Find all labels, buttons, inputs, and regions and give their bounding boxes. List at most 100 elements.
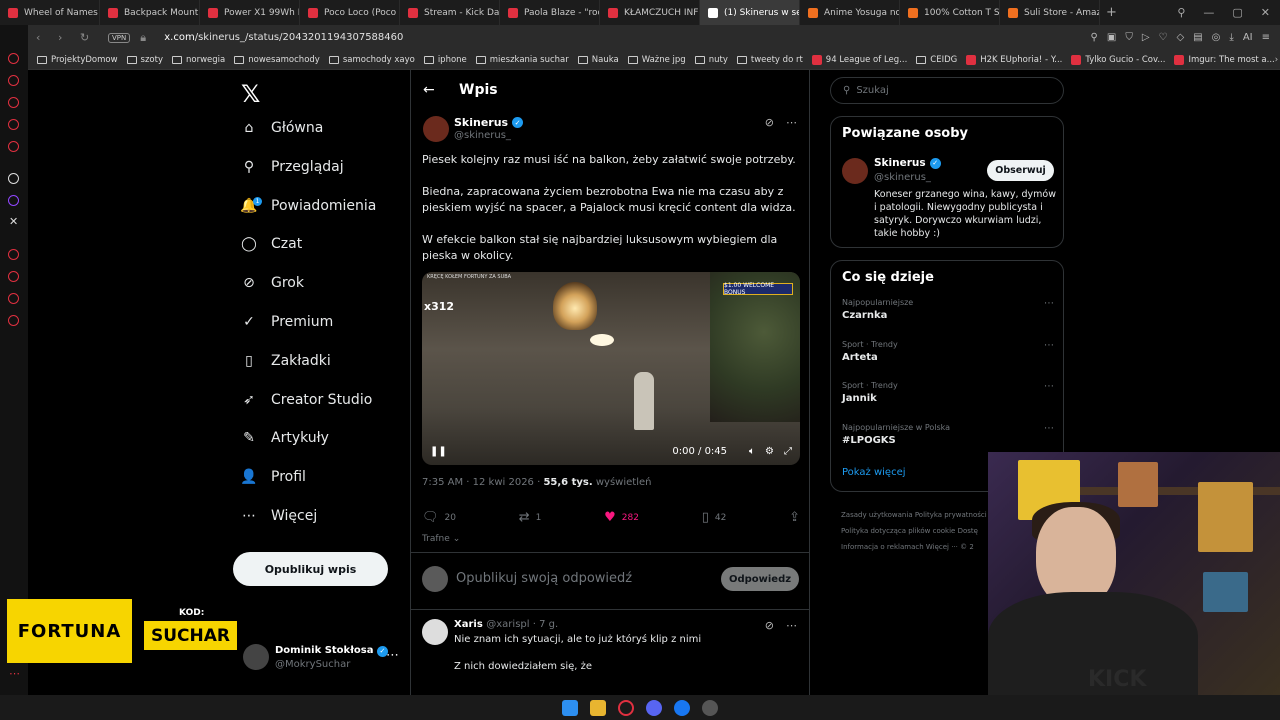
browser-tab[interactable]: Paola Blaze - "rodz <box>500 0 600 25</box>
more-icon[interactable]: ⋯ <box>1044 340 1054 351</box>
screenshot-icon[interactable]: ▣ <box>1107 32 1116 43</box>
footer-link[interactable]: Zasady użytkowania Polityka prywatności <box>841 507 1001 523</box>
trend-item[interactable]: Najpopularniejsze w Polska #LPOGKS ⋯ <box>842 423 1054 446</box>
nav-item-premium[interactable]: ✓ Premium <box>241 314 333 330</box>
bookmark-item[interactable]: szoty <box>126 55 163 65</box>
ai-button[interactable]: AI <box>1243 32 1253 43</box>
x-logo-icon[interactable]: 𝕏 <box>241 80 260 108</box>
browser-tab[interactable]: Backpack Mount f <box>100 0 200 25</box>
post-button[interactable]: Opublikuj wpis <box>233 552 388 586</box>
nav-item-home[interactable]: ⌂ Główna <box>241 120 324 136</box>
avatar[interactable] <box>422 619 448 645</box>
search-input[interactable]: ⚲ Szukaj <box>830 77 1064 104</box>
history-icon[interactable] <box>8 75 19 86</box>
browser-tab[interactable]: Poco Loco (Poco B <box>300 0 400 25</box>
trend-item[interactable]: Najpopularniejsze Czarnka ⋯ <box>842 298 1054 321</box>
browser-tab[interactable]: 100% Cotton T Shi <box>900 0 1000 25</box>
url-field[interactable]: x.com/skinerus_/status/20432011943075884… <box>164 32 403 43</box>
player-icon[interactable] <box>8 249 19 260</box>
repost-action[interactable]: ⇄ 1 <box>519 510 542 525</box>
trend-item[interactable]: Sport · Trendy Arteta ⋯ <box>842 340 1054 363</box>
new-tab-button[interactable]: + <box>1100 5 1123 20</box>
comment-author[interactable]: Xaris @xarispl · 7 g. <box>454 619 558 630</box>
opera-icon[interactable] <box>618 699 634 716</box>
chatgpt-icon[interactable] <box>8 173 19 184</box>
bookmark-item[interactable]: Ważne jpg <box>627 55 686 65</box>
bookmark-item[interactable]: H2K EUphoria! - Y... <box>966 54 1062 65</box>
volume-icon[interactable]: 🔈︎ <box>749 446 755 457</box>
browser-tab[interactable]: (1) Skinerus w serwis <box>700 0 800 25</box>
forward-nav-icon[interactable]: › <box>58 31 72 44</box>
related-name[interactable]: Skinerus ✓ <box>874 157 941 169</box>
nav-item-more[interactable]: ⋯ Więcej <box>241 508 317 524</box>
reply-input[interactable]: Opublikuj swoją odpowiedź <box>456 571 632 586</box>
bookmarks-overflow-icon[interactable]: › <box>1275 55 1280 65</box>
download-icon[interactable]: ⤓ <box>1229 32 1233 43</box>
sidebar-more-icon[interactable]: ⋯ <box>9 667 20 680</box>
show-more-link[interactable]: Pokaż więcej <box>842 467 906 478</box>
extensions-icon[interactable]: ◇ <box>1177 32 1185 43</box>
video-player[interactable]: KRĘCĘ KOŁEM FORTUNY ZA SUBA x312 $1.00 W… <box>422 272 800 465</box>
pause-icon[interactable]: ❚❚ <box>430 446 447 457</box>
bookmark-item[interactable]: nowesamochody <box>234 55 320 65</box>
bookmark-item[interactable]: mieszkania suchar <box>475 55 569 65</box>
trend-item[interactable]: Sport · Trendy Jannik ⋯ <box>842 381 1054 404</box>
grok-icon[interactable]: ⊘ <box>765 619 774 632</box>
bookmark-item[interactable]: CEIDG <box>916 55 957 65</box>
back-nav-icon[interactable]: ‹ <box>36 31 50 44</box>
nav-item-profile[interactable]: 👤 Profil <box>240 469 306 485</box>
grok-icon[interactable]: ⊘ <box>765 116 774 129</box>
follow-button[interactable]: Obserwuj <box>987 160 1054 181</box>
pin-icon[interactable]: ⚲ <box>1091 32 1098 43</box>
reload-icon[interactable]: ↻ <box>80 31 94 44</box>
heart-icon[interactable]: ♡ <box>1159 32 1168 43</box>
bookmark-item[interactable]: Tylko Gucio - Cov... <box>1071 54 1165 65</box>
wallet-icon[interactable]: ▤ <box>1193 32 1202 43</box>
related-handle[interactable]: @skinerus_ <box>874 172 931 183</box>
menu-icon[interactable]: ≡ <box>1262 32 1270 43</box>
browser-tab[interactable]: Wheel of Names | F <box>0 0 100 25</box>
file-explorer-icon[interactable] <box>590 699 606 716</box>
settings-icon[interactable]: ⚙ <box>765 446 774 457</box>
bookmark-item[interactable]: iphone <box>423 55 467 65</box>
browser-tab[interactable]: Anime Yosuga no S <box>800 0 900 25</box>
bookmark-item[interactable]: tweety do rt <box>736 55 803 65</box>
footer-link[interactable]: Informacja o reklamach Więcej ··· © 2 <box>841 539 1001 555</box>
tabs-icon[interactable] <box>8 293 19 304</box>
sort-dropdown[interactable]: Trafne ⌄ <box>422 534 460 544</box>
messenger-icon[interactable] <box>8 53 19 64</box>
start-icon[interactable] <box>562 699 578 716</box>
mail-icon[interactable] <box>8 141 19 152</box>
twitch-icon[interactable] <box>8 195 19 206</box>
settings-icon[interactable] <box>8 315 19 326</box>
profile-icon[interactable]: ◎ <box>1212 32 1221 43</box>
footer-link[interactable]: Polityka dotycząca plików cookie Dostę <box>841 523 1001 539</box>
browser-tab[interactable]: KŁAMCZUCH INFL <box>600 0 700 25</box>
reply-action[interactable]: 🗨︎ 20 <box>422 510 456 525</box>
bookmark-item[interactable]: ProjektyDomow <box>37 55 118 65</box>
nav-item-bookmark[interactable]: ▯ Zakładki <box>241 353 331 369</box>
bookmark-item[interactable]: Nauka <box>577 55 619 65</box>
maximize-icon[interactable]: ▢ <box>1232 6 1242 19</box>
more-icon[interactable]: ⋯ <box>386 648 399 663</box>
minimize-icon[interactable]: — <box>1203 6 1214 19</box>
avatar[interactable] <box>842 158 868 184</box>
reply-button[interactable]: Odpowiedz <box>721 567 799 591</box>
share-action[interactable]: ⇪ <box>789 510 800 525</box>
vpn-badge[interactable]: VPN <box>108 32 131 43</box>
pinboard-icon[interactable] <box>8 119 19 130</box>
shield-icon[interactable]: ⛉ <box>1125 32 1133 43</box>
nav-item-grok[interactable]: ⊘ Grok <box>241 275 304 291</box>
account-switcher[interactable]: Dominik Stokłosa ✓ @MokrySuchar ⋯ <box>243 642 403 672</box>
messenger-icon[interactable] <box>674 699 690 716</box>
author-name[interactable]: Skinerus ✓ <box>454 116 524 129</box>
browser-tab[interactable]: Power X1 99Wh Ba <box>200 0 300 25</box>
clock-icon[interactable] <box>8 271 19 282</box>
bookmark-item[interactable]: norwegia <box>172 55 225 65</box>
nav-item-article[interactable]: ✎ Artykuły <box>241 430 329 446</box>
more-icon[interactable]: ⋯ <box>1044 423 1054 434</box>
bookmark-action[interactable]: ▯ 42 <box>702 510 727 525</box>
app-icon[interactable] <box>702 699 718 716</box>
search-tabs-icon[interactable]: ⚲ <box>1177 6 1185 19</box>
close-icon[interactable]: ✕ <box>1261 6 1270 19</box>
